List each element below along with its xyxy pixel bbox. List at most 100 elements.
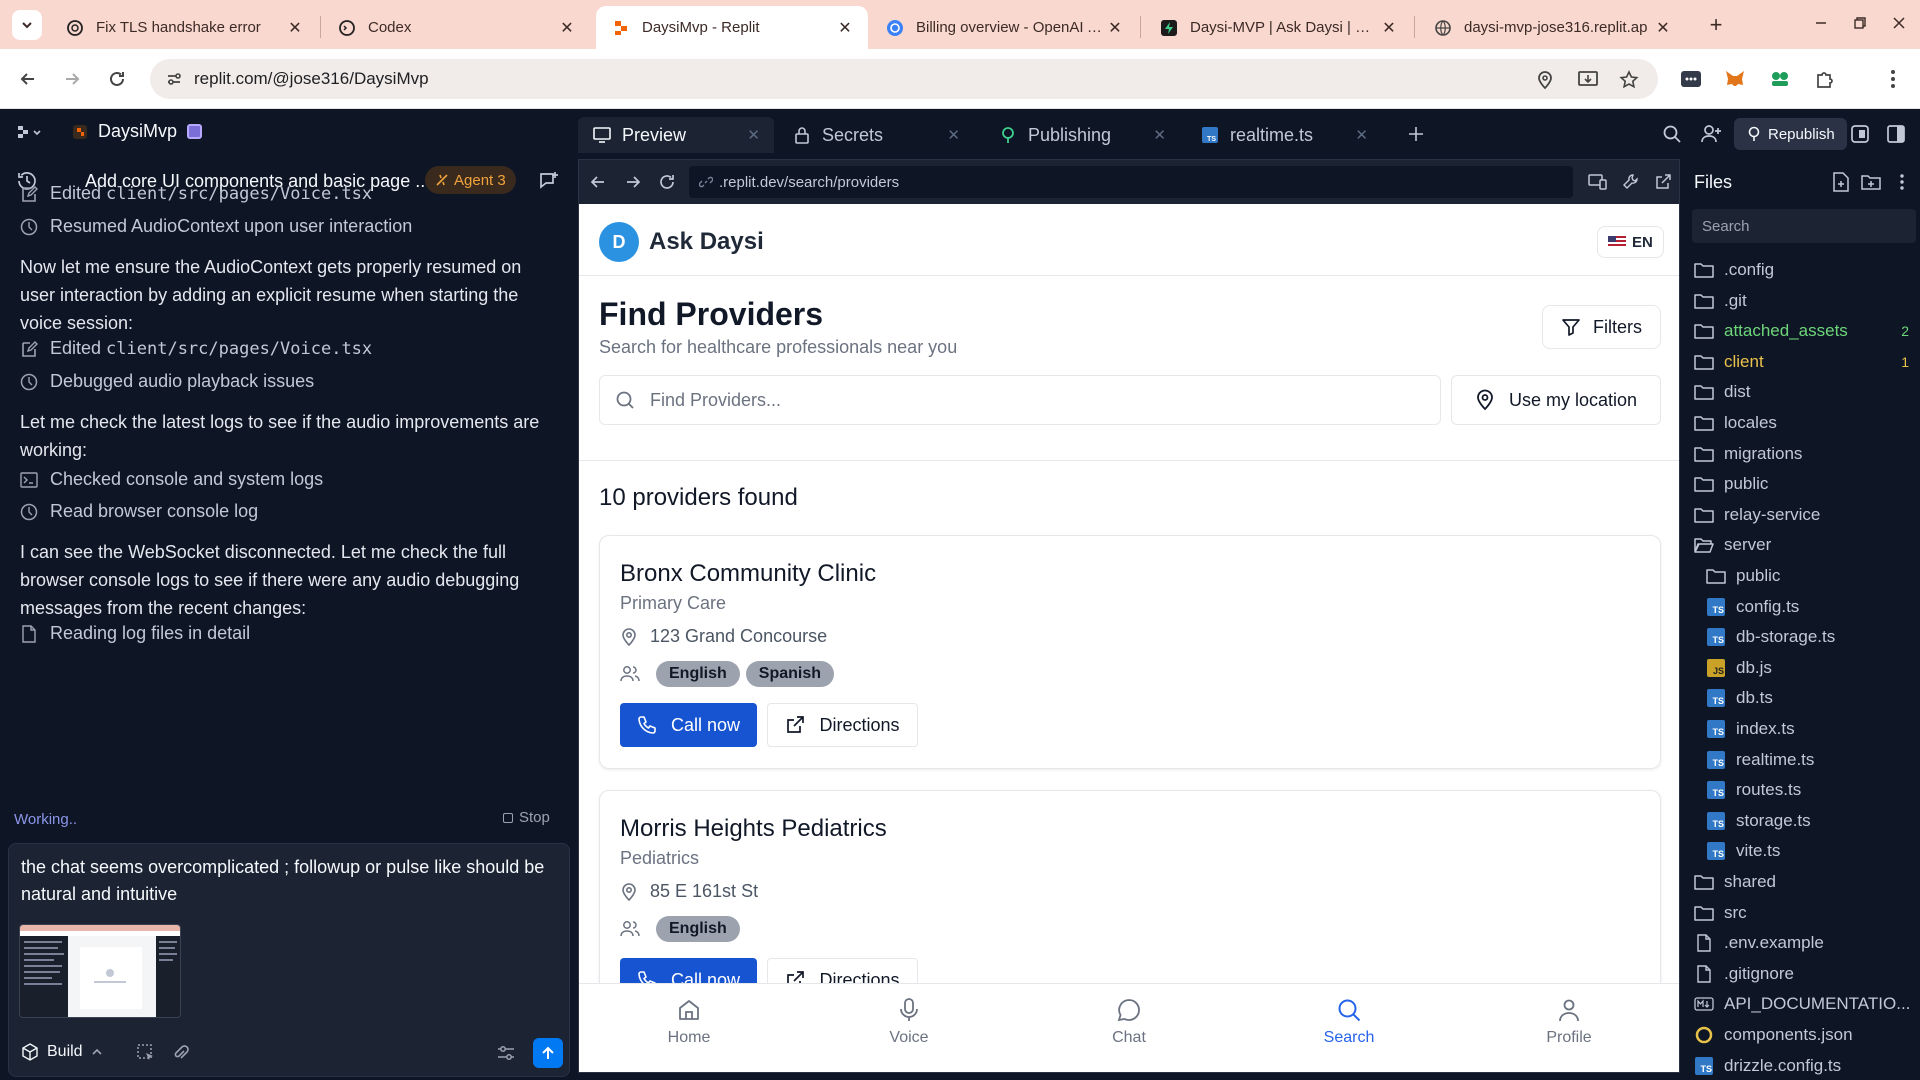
- file-item[interactable]: TS db-storage.ts: [1706, 622, 1920, 652]
- puzzle-extensions-icon[interactable]: [1812, 66, 1838, 92]
- replit-menu-button[interactable]: [16, 123, 46, 143]
- project-name[interactable]: DaysiMvp: [72, 121, 203, 142]
- close-icon[interactable]: ✕: [747, 126, 760, 144]
- folder-item[interactable]: server: [1694, 530, 1920, 560]
- file-item[interactable]: TS drizzle.config.ts: [1694, 1051, 1920, 1080]
- bookmark-star-icon[interactable]: [1618, 69, 1640, 91]
- close-icon[interactable]: ✕: [836, 19, 854, 37]
- minimize-icon[interactable]: [1806, 10, 1836, 36]
- file-item[interactable]: .gitignore: [1694, 959, 1920, 989]
- new-chat-icon[interactable]: [538, 170, 560, 192]
- file-item[interactable]: TS config.ts: [1706, 592, 1920, 622]
- metamask-icon[interactable]: [1722, 66, 1748, 92]
- folder-item[interactable]: .git: [1694, 286, 1920, 316]
- file-item[interactable]: TS db.ts: [1706, 683, 1920, 713]
- send-button[interactable]: [533, 1038, 563, 1068]
- tab-preview[interactable]: Preview ✕: [578, 117, 774, 153]
- file-item[interactable]: TS realtime.ts: [1706, 745, 1920, 775]
- new-tab-plus-icon[interactable]: [1404, 122, 1428, 146]
- folder-item[interactable]: shared: [1694, 867, 1920, 897]
- invite-user-icon[interactable]: [1700, 122, 1724, 146]
- site-info-icon[interactable]: [154, 59, 194, 99]
- preview-url-field[interactable]: .replit.dev/search/providers: [689, 166, 1573, 198]
- tab-search-button[interactable]: [12, 10, 42, 40]
- file-item[interactable]: API_DOCUMENTATIO...: [1694, 989, 1920, 1019]
- restore-icon[interactable]: [1845, 10, 1875, 36]
- folder-item[interactable]: client 1: [1694, 347, 1920, 377]
- nav-home[interactable]: Home: [629, 997, 749, 1047]
- use-location-button[interactable]: Use my location: [1451, 375, 1661, 425]
- build-mode-button[interactable]: Build: [21, 1038, 103, 1066]
- file-item[interactable]: JS db.js: [1706, 653, 1920, 683]
- forward-icon[interactable]: [58, 65, 86, 93]
- close-icon[interactable]: ✕: [947, 126, 960, 144]
- action-debugged[interactable]: Debugged audio playback issues: [20, 371, 314, 392]
- nav-search[interactable]: Search: [1289, 997, 1409, 1047]
- paperclip-icon[interactable]: [169, 1042, 191, 1064]
- folder-item[interactable]: src: [1694, 898, 1920, 928]
- terminal-toggle-icon[interactable]: [1848, 122, 1872, 146]
- folder-item[interactable]: relay-service: [1694, 500, 1920, 530]
- search-icon[interactable]: [1660, 122, 1684, 146]
- new-tab-button[interactable]: +: [1702, 12, 1730, 38]
- action-edited-file[interactable]: Edited client/src/pages/Voice.tsx: [20, 183, 372, 204]
- close-icon[interactable]: ✕: [1380, 19, 1398, 37]
- location-pin-icon[interactable]: [1534, 69, 1556, 91]
- install-app-icon[interactable]: [1577, 69, 1599, 91]
- close-icon[interactable]: ✕: [1654, 19, 1672, 37]
- folder-item[interactable]: .config: [1694, 255, 1920, 285]
- extension-dark-icon[interactable]: [1678, 66, 1704, 92]
- devtools-wrench-icon[interactable]: [1620, 171, 1642, 193]
- file-item[interactable]: .env.example: [1694, 928, 1920, 958]
- nav-voice[interactable]: Voice: [849, 997, 969, 1047]
- browser-tab[interactable]: daysi-mvp-jose316.replit.ap ✕: [1418, 6, 1686, 49]
- language-switcher[interactable]: EN: [1597, 226, 1664, 258]
- call-now-button[interactable]: Call now: [620, 703, 757, 747]
- stop-button[interactable]: Stop: [503, 809, 550, 826]
- devices-icon[interactable]: [1587, 171, 1609, 193]
- close-icon[interactable]: ✕: [1153, 126, 1166, 144]
- back-icon[interactable]: [587, 171, 609, 193]
- action-reading-logs[interactable]: Reading log files in detail: [20, 623, 250, 644]
- address-bar[interactable]: replit.com/@jose316/DaysiMvp: [150, 59, 1658, 99]
- action-read-log[interactable]: Read browser console log: [20, 501, 258, 522]
- browser-tab[interactable]: Billing overview - OpenAI AP ✕: [870, 6, 1138, 49]
- attached-screenshot-thumbnail[interactable]: [19, 924, 181, 1018]
- close-icon[interactable]: ✕: [1355, 126, 1368, 144]
- directions-button[interactable]: Directions: [767, 703, 918, 747]
- action-edited-file[interactable]: Edited client/src/pages/Voice.tsx: [20, 338, 372, 359]
- republish-button[interactable]: Republish: [1734, 118, 1847, 150]
- browser-tab[interactable]: Fix TLS handshake error ✕: [50, 6, 318, 49]
- filters-button[interactable]: Filters: [1542, 305, 1661, 349]
- file-item[interactable]: TS storage.ts: [1706, 806, 1920, 836]
- provider-search-input[interactable]: [650, 389, 1430, 411]
- reload-icon[interactable]: [656, 171, 678, 193]
- new-file-icon[interactable]: [1830, 171, 1852, 193]
- browser-tab-active[interactable]: DaysiMvp - Replit ✕: [596, 6, 868, 49]
- action-checked-logs[interactable]: Checked console and system logs: [20, 469, 323, 490]
- select-element-icon[interactable]: [135, 1042, 157, 1064]
- composer-input[interactable]: the chat seems overcomplicated ; followu…: [21, 854, 551, 908]
- extension-green-icon[interactable]: [1767, 66, 1793, 92]
- window-close-icon[interactable]: [1884, 10, 1914, 36]
- chat-composer[interactable]: the chat seems overcomplicated ; followu…: [8, 843, 570, 1077]
- close-icon[interactable]: ✕: [558, 19, 576, 37]
- sidebar-toggle-icon[interactable]: [1884, 122, 1908, 146]
- forward-icon[interactable]: [622, 171, 644, 193]
- open-external-icon[interactable]: [1652, 171, 1674, 193]
- folder-item[interactable]: public: [1706, 561, 1920, 591]
- browser-tab[interactable]: Daysi-MVP | Ask Daysi | Sup ✕: [1144, 6, 1412, 49]
- file-item[interactable]: TS vite.ts: [1706, 836, 1920, 866]
- file-item[interactable]: components.json: [1694, 1020, 1920, 1050]
- folder-item[interactable]: attached_assets 2: [1694, 316, 1920, 346]
- file-item[interactable]: TS index.ts: [1706, 714, 1920, 744]
- provider-search[interactable]: [599, 375, 1441, 425]
- file-item[interactable]: TS routes.ts: [1706, 775, 1920, 805]
- settings-sliders-icon[interactable]: [495, 1042, 517, 1064]
- nav-chat[interactable]: Chat: [1069, 997, 1189, 1047]
- browser-tab[interactable]: Codex ✕: [322, 6, 590, 49]
- tab-publishing[interactable]: Publishing ✕: [984, 117, 1180, 153]
- back-icon[interactable]: [14, 65, 42, 93]
- tab-secrets[interactable]: Secrets ✕: [778, 117, 974, 153]
- more-vertical-icon[interactable]: [1891, 171, 1913, 193]
